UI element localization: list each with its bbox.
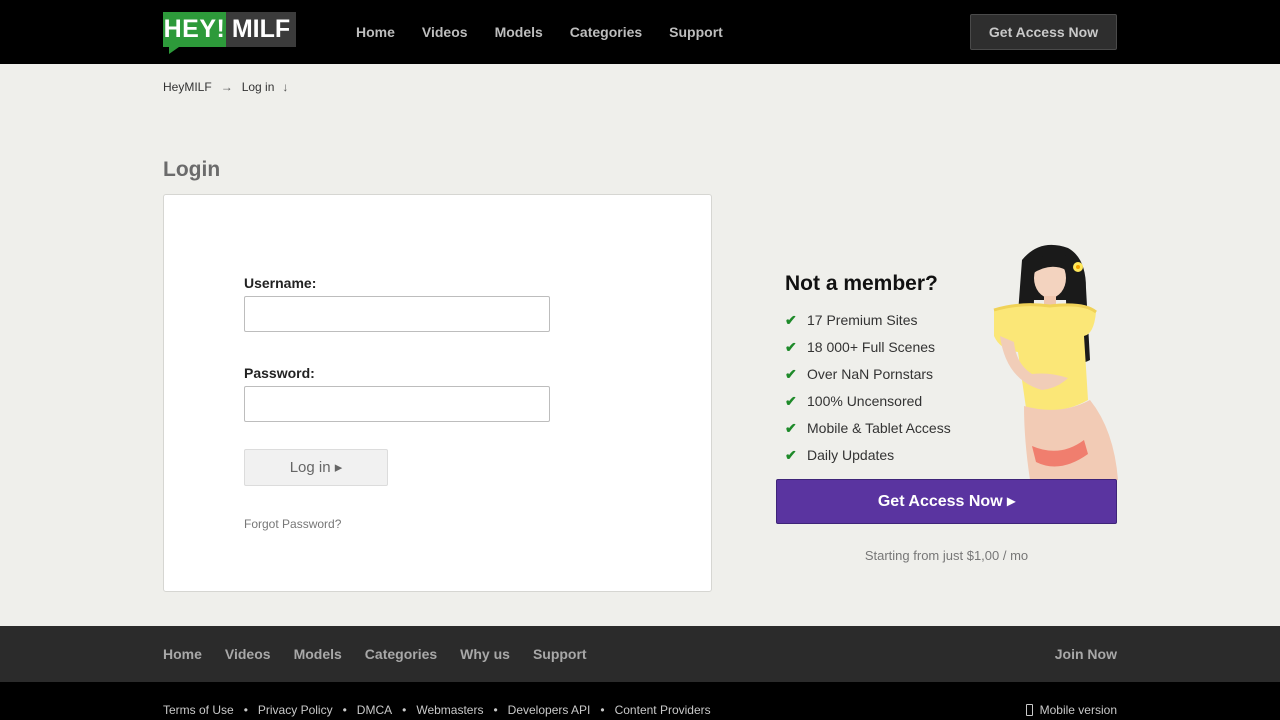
benefit-item: ✔ 100% Uncensored (785, 392, 951, 419)
nav-models[interactable]: Models (495, 24, 543, 40)
get-access-button[interactable]: Get Access Now ▸ (776, 479, 1117, 524)
pricing-text: Starting from just $1,00 / mo (864, 548, 1029, 563)
check-icon: ✔ (785, 312, 797, 328)
benefit-text: Daily Updates (807, 447, 895, 463)
benefit-item: ✔ Over NaN Pornstars (785, 365, 951, 392)
check-icon: ✔ (785, 420, 797, 436)
benefit-item: ✔ Mobile & Tablet Access (785, 419, 951, 446)
benefit-text: Mobile & Tablet Access (807, 420, 951, 436)
footer-content-providers-link[interactable]: Content Providers (615, 703, 711, 717)
benefit-text: 17 Premium Sites (807, 312, 918, 328)
breadcrumb: HeyMILF → Log in ↓ (163, 80, 288, 94)
promo-title: Not a member? (785, 272, 938, 295)
footer-link-why-us[interactable]: Why us (460, 646, 510, 662)
check-icon: ✔ (785, 393, 797, 409)
password-input[interactable] (244, 386, 550, 422)
nav-support[interactable]: Support (669, 24, 723, 40)
footer-separator: • (402, 703, 407, 717)
footer-legal: Terms of Use • Privacy Policy • DMCA • W… (0, 682, 1280, 720)
logo-hey: HEY! (163, 12, 226, 47)
username-input[interactable] (244, 296, 550, 332)
breadcrumb-arrow: → (220, 80, 233, 94)
benefit-text: 18 000+ Full Scenes (807, 339, 936, 355)
password-label: Password: (244, 365, 315, 381)
login-button[interactable]: Log in ▸ (244, 449, 388, 486)
footer-link-models[interactable]: Models (294, 646, 342, 662)
footer-privacy-link[interactable]: Privacy Policy (258, 703, 333, 717)
footer-developers-api-link[interactable]: Developers API (508, 703, 591, 717)
main-nav: Home Videos Models Categories Support (356, 24, 750, 40)
footer-join-link[interactable]: Join Now (1055, 646, 1117, 662)
get-access-header-button[interactable]: Get Access Now (970, 14, 1117, 50)
footer-link-categories[interactable]: Categories (365, 646, 437, 662)
nav-categories[interactable]: Categories (570, 24, 642, 40)
benefit-item: ✔ Daily Updates (785, 446, 951, 473)
footer-separator: • (600, 703, 605, 717)
footer-nav: Home Videos Models Categories Why us Sup… (0, 626, 1280, 682)
benefits-list: ✔ 17 Premium Sites ✔ 18 000+ Full Scenes ✔… (785, 311, 951, 473)
username-label: Username: (244, 275, 317, 291)
logo-speech-tail (169, 47, 179, 54)
nav-home[interactable]: Home (356, 24, 395, 40)
benefit-item: ✔ 18 000+ Full Scenes (785, 338, 951, 365)
check-icon: ✔ (785, 366, 797, 382)
footer-separator: • (493, 703, 498, 717)
top-navbar: HEY! MILF Home Videos Models Categories … (0, 0, 1280, 64)
benefit-item: ✔ 17 Premium Sites (785, 311, 951, 338)
footer-dmca-link[interactable]: DMCA (357, 703, 392, 717)
logo-milf: MILF (226, 12, 296, 47)
footer-terms-link[interactable]: Terms of Use (163, 703, 234, 717)
benefit-text: 100% Uncensored (807, 393, 923, 409)
footer-link-videos[interactable]: Videos (225, 646, 271, 662)
login-panel: Username: Password: Log in ▸ Forgot Pass… (163, 194, 712, 592)
promo-model-image (993, 244, 1118, 480)
nav-videos[interactable]: Videos (422, 24, 468, 40)
page-title: Login (163, 158, 221, 181)
footer-link-support[interactable]: Support (533, 646, 587, 662)
phone-icon (1025, 704, 1033, 716)
forgot-password-link[interactable]: Forgot Password? (244, 517, 341, 531)
breadcrumb-dropdown-icon[interactable]: ↓ (282, 80, 288, 94)
footer-separator: • (342, 703, 347, 717)
check-icon: ✔ (785, 447, 797, 463)
breadcrumb-current: Log in (241, 80, 275, 94)
footer-link-home[interactable]: Home (163, 646, 202, 662)
benefit-text: Over NaN Pornstars (807, 366, 934, 382)
footer-webmasters-link[interactable]: Webmasters (416, 703, 483, 717)
breadcrumb-home[interactable]: HeyMILF (163, 80, 212, 94)
check-icon: ✔ (785, 339, 797, 355)
footer-separator: • (243, 703, 248, 717)
mobile-version-link[interactable]: Mobile version (1025, 703, 1117, 717)
mobile-version-label: Mobile version (1039, 703, 1117, 717)
